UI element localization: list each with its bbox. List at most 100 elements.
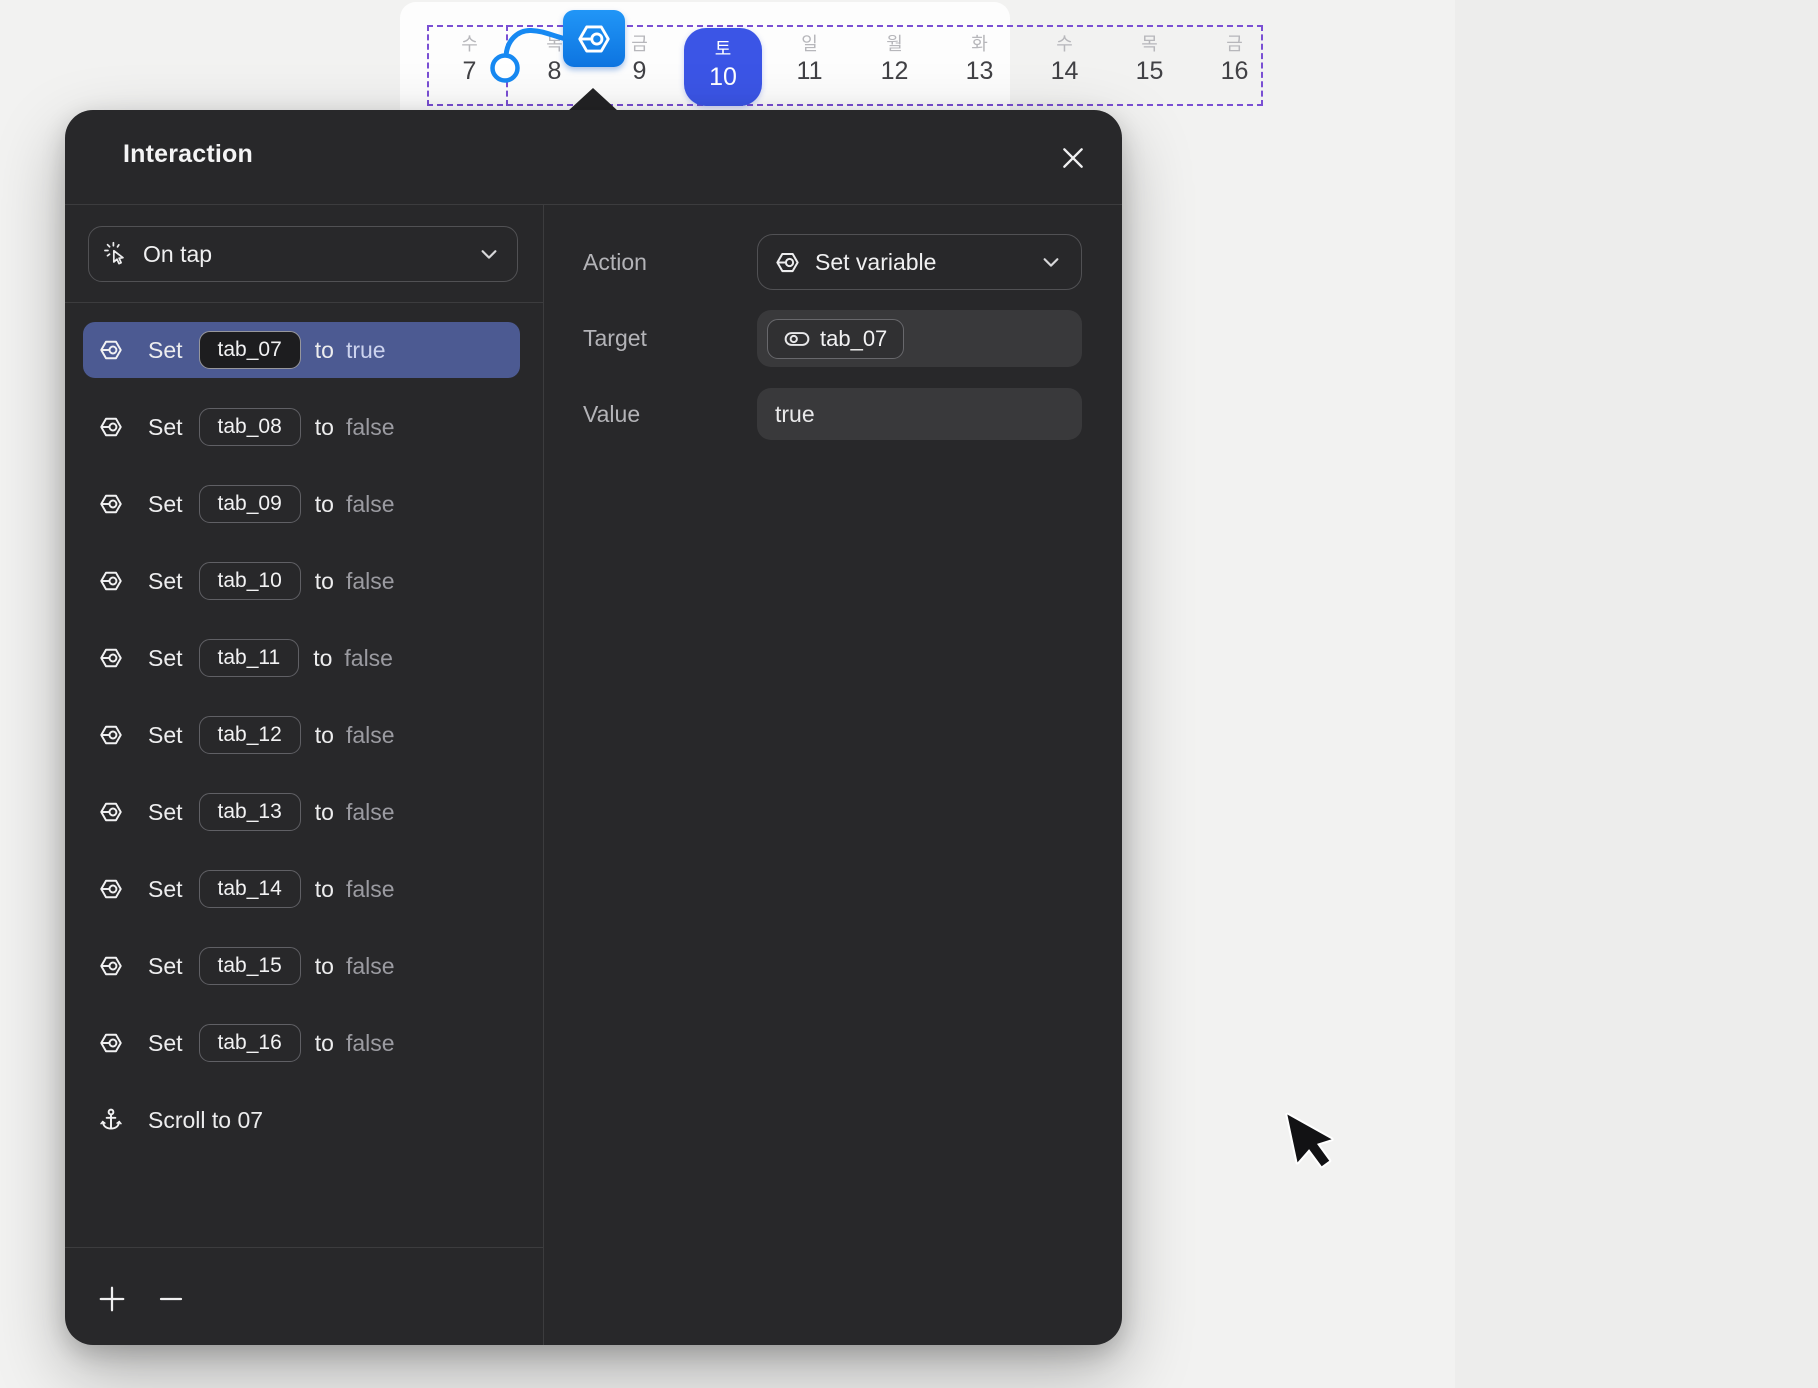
interaction-modal: Interaction On tap Set tab_07 to true Se… <box>65 110 1122 1345</box>
to-word: to <box>314 875 334 902</box>
set-word: Set <box>148 490 183 517</box>
value-label: Value <box>583 400 641 427</box>
variable-icon <box>100 879 122 899</box>
tap-icon <box>104 241 124 265</box>
response-row-set-tab15[interactable]: Set tab_15 to false <box>83 938 520 994</box>
to-word: to <box>314 1029 334 1056</box>
day-cell[interactable]: 화 13 <box>937 25 1022 106</box>
variable-chip: tab_14 <box>198 870 301 908</box>
variable-chip: tab_09 <box>198 485 301 523</box>
chevron-down-icon <box>1043 258 1059 267</box>
day-cell-selected[interactable]: 토 10 <box>684 28 762 106</box>
day-date: 8 <box>547 57 562 85</box>
value-word: false <box>345 490 395 517</box>
modal-pointer-beak <box>568 88 618 111</box>
plus-icon <box>99 1286 125 1312</box>
canvas-right-band <box>1455 0 1818 1388</box>
day-date: 15 <box>1135 57 1164 85</box>
day-of-week: 목 <box>546 34 563 54</box>
mouse-cursor <box>1285 1112 1334 1169</box>
variable-chip: tab_07 <box>198 331 301 369</box>
close-icon <box>1063 148 1083 168</box>
day-of-week: 화 <box>971 34 988 54</box>
target-variable-chip: tab_07 <box>767 318 905 359</box>
value-word: false <box>345 952 395 979</box>
to-word: to <box>314 567 334 594</box>
day-date: 16 <box>1220 57 1249 85</box>
value-word: false <box>345 875 395 902</box>
set-word: Set <box>148 567 183 594</box>
to-word: to <box>314 490 334 517</box>
target-picker[interactable]: tab_07 <box>757 310 1082 367</box>
footer-divider <box>65 1247 543 1248</box>
to-word: to <box>314 413 334 440</box>
value-word: false <box>344 644 393 671</box>
chevron-down-icon <box>481 250 497 259</box>
day-of-week: 월 <box>886 34 903 54</box>
value-word: false <box>345 567 395 594</box>
response-row-set-tab10[interactable]: Set tab_10 to false <box>83 553 520 609</box>
set-word: Set <box>148 875 183 902</box>
set-variable-trigger-badge[interactable] <box>563 10 625 67</box>
to-word: to <box>313 644 333 671</box>
add-response-button[interactable] <box>94 1281 130 1317</box>
day-cell[interactable]: 목 15 <box>1107 25 1192 106</box>
day-of-week: 토 <box>714 39 732 59</box>
value-input[interactable]: true <box>757 388 1082 440</box>
day-date: 12 <box>880 57 909 85</box>
variable-icon <box>100 571 122 591</box>
response-row-scroll[interactable]: Scroll to 07 <box>83 1092 520 1148</box>
pane-divider-vertical <box>543 204 544 1345</box>
variable-icon <box>776 252 799 272</box>
value-word: false <box>345 721 395 748</box>
header-divider <box>65 204 1122 205</box>
response-row-set-tab16[interactable]: Set tab_16 to false <box>83 1015 520 1071</box>
day-date: 7 <box>462 57 477 85</box>
variable-icon <box>100 1033 122 1053</box>
scroll-response-label: Scroll to 07 <box>148 1106 264 1133</box>
close-button[interactable] <box>1053 138 1093 178</box>
day-of-week: 금 <box>1226 34 1243 54</box>
variable-icon <box>100 340 122 360</box>
response-row-set-tab12[interactable]: Set tab_12 to false <box>83 707 520 763</box>
day-date: 13 <box>965 57 994 85</box>
day-of-week: 일 <box>801 34 818 54</box>
to-word: to <box>314 721 334 748</box>
response-row-set-tab07[interactable]: Set tab_07 to true <box>83 322 520 378</box>
day-of-week: 금 <box>631 34 648 54</box>
day-cell[interactable]: 수 7 <box>427 25 512 106</box>
day-cell[interactable]: 일 11 <box>767 25 852 106</box>
minus-icon <box>159 1297 183 1301</box>
day-cell[interactable]: 월 12 <box>852 25 937 106</box>
to-word: to <box>314 798 334 825</box>
day-cell[interactable]: 금 16 <box>1192 25 1277 106</box>
action-value: Set variable <box>815 248 937 275</box>
variable-icon <box>100 725 122 745</box>
response-row-set-tab09[interactable]: Set tab_09 to false <box>83 476 520 532</box>
set-word: Set <box>148 952 183 979</box>
variable-icon <box>100 417 122 437</box>
value-word: false <box>345 798 395 825</box>
anchor-icon <box>100 1108 122 1130</box>
action-label: Action <box>583 248 647 275</box>
remove-response-button[interactable] <box>153 1281 189 1317</box>
set-word: Set <box>148 413 183 440</box>
variable-chip: tab_10 <box>198 562 301 600</box>
response-row-set-tab08[interactable]: Set tab_08 to false <box>83 399 520 455</box>
variable-icon <box>100 494 122 514</box>
trigger-label: On tap <box>143 240 213 267</box>
day-date: 11 <box>796 57 823 85</box>
trigger-dropdown[interactable]: On tap <box>88 226 518 282</box>
set-word: Set <box>148 336 183 363</box>
action-dropdown[interactable]: Set variable <box>757 234 1082 290</box>
response-row-set-tab11[interactable]: Set tab_11 to false <box>83 630 520 686</box>
day-cell[interactable]: 수 14 <box>1022 25 1107 106</box>
modal-title: Interaction <box>123 140 253 168</box>
target-value: tab_07 <box>820 325 888 351</box>
response-row-set-tab14[interactable]: Set tab_14 to false <box>83 861 520 917</box>
set-word: Set <box>148 644 183 671</box>
response-row-set-tab13[interactable]: Set tab_13 to false <box>83 784 520 840</box>
value-word: false <box>345 413 395 440</box>
variable-chip: tab_13 <box>198 793 301 831</box>
boolean-variable-icon <box>784 331 810 346</box>
